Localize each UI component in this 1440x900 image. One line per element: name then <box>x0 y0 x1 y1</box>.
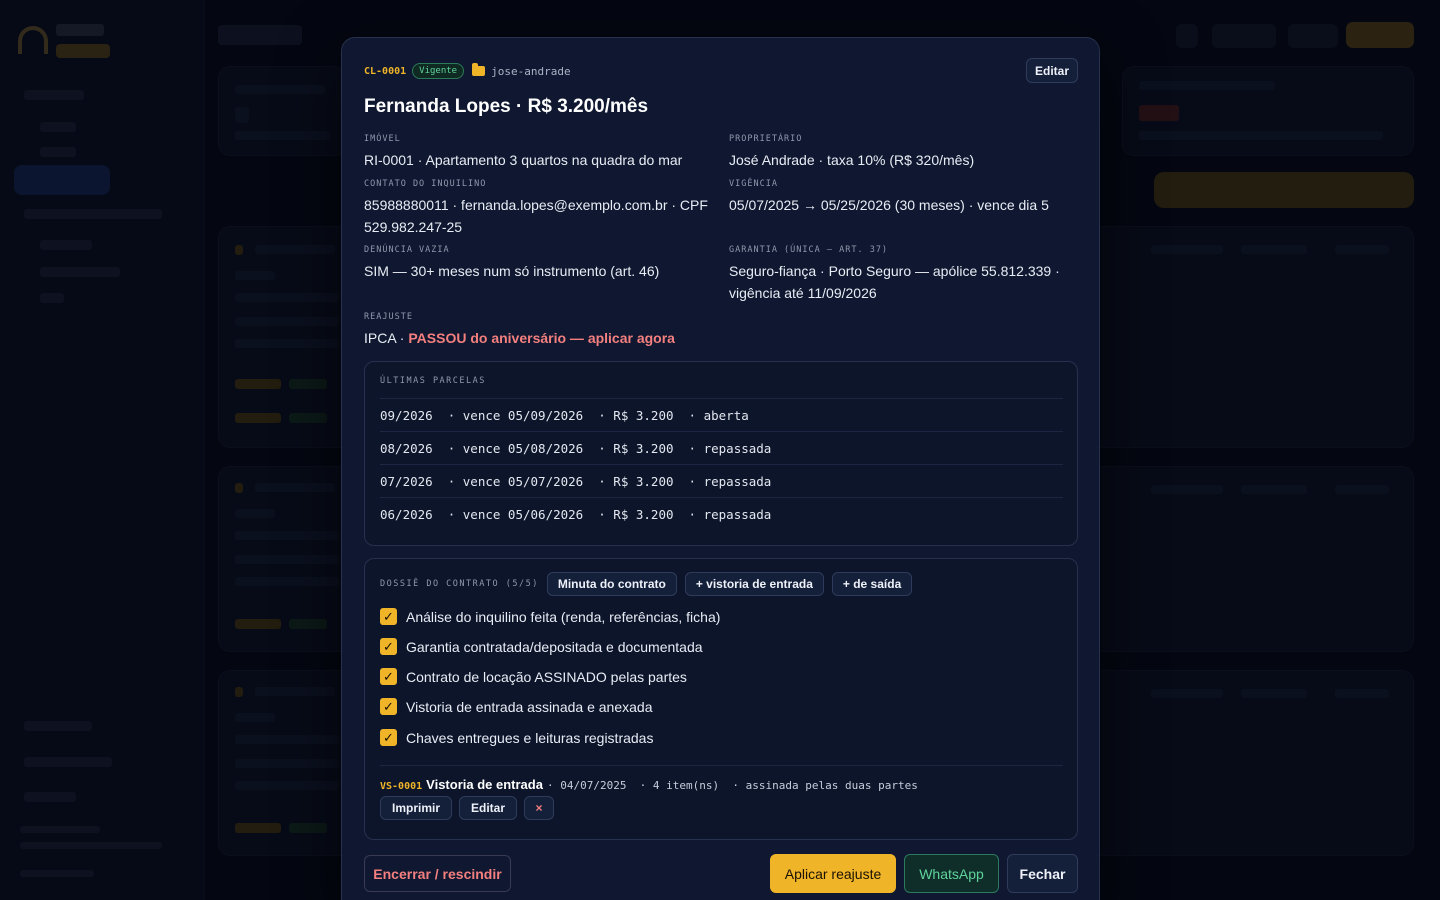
field-garantia: Garantia (única — art. 37) Seguro-fiança… <box>729 245 1074 304</box>
parcel-row: 08/2026 · vence 05/08/2026 · R$ 3.200 · … <box>380 431 1063 464</box>
terminate-contract-button[interactable]: Encerrar / rescindir <box>364 855 511 892</box>
checkbox-checked-icon[interactable]: ✓ <box>380 668 397 685</box>
remove-vistoria-button[interactable]: × <box>524 796 555 820</box>
field-label: Garantia (única — art. 37) <box>729 245 889 255</box>
field-value: José Andrade · taxa 10% (R$ 320/mês) <box>729 152 975 168</box>
field-imovel: Imóvel RI-0001 · Apartamento 3 quartos n… <box>364 134 709 171</box>
vistoria-title: Vistoria de entrada <box>426 777 543 792</box>
checkbox-checked-icon[interactable]: ✓ <box>380 729 397 746</box>
field-value: Seguro-fiança · Porto Seguro — apólice 5… <box>729 263 1060 301</box>
parcels-label: Últimas parcelas <box>380 376 486 386</box>
checklist-label: Garantia contratada/depositada e documen… <box>406 638 703 655</box>
edit-vistoria-button[interactable]: Editar <box>459 796 518 820</box>
apply-adjustment-button[interactable]: Aplicar reajuste <box>770 854 896 893</box>
reajuste-warning: PASSOU do aniversário — aplicar agora <box>408 330 675 346</box>
contract-code: CL-0001 <box>364 65 407 77</box>
field-label: Reajuste <box>364 312 413 322</box>
minuta-button[interactable]: Minuta do contrato <box>546 572 677 596</box>
field-label: Vigência <box>729 179 778 189</box>
checklist-label: Chaves entregues e leituras registradas <box>406 729 654 746</box>
folder-name: jose-andrade <box>491 64 571 78</box>
field-label: Imóvel <box>364 134 401 144</box>
field-contato: Contato do inquilino 85988880011 · ferna… <box>364 179 709 238</box>
parcel-row: 06/2026 · vence 05/06/2026 · R$ 3.200 · … <box>380 497 1063 530</box>
reajuste-index: IPCA · <box>364 330 409 346</box>
dossie-panel: Dossiê do contrato (5/5) Minuta do contr… <box>364 558 1078 840</box>
parcels-panel: Últimas parcelas 09/2026 · vence 05/09/2… <box>364 361 1078 546</box>
field-value: SIM — 30+ meses num só instrumento (art.… <box>364 263 660 279</box>
contract-modal: CL-0001 Vigente jose-andrade Editar Fern… <box>341 37 1100 900</box>
field-value: 85988880011 · fernanda.lopes@exemplo.com… <box>364 197 708 235</box>
checklist-item[interactable]: ✓ Chaves entregues e leituras registrada… <box>380 729 653 746</box>
field-reajuste: Reajuste IPCA · PASSOU do aniversário — … <box>364 312 964 349</box>
field-label: Denúncia vazia <box>364 245 450 255</box>
checklist-item[interactable]: ✓ Garantia contratada/depositada e docum… <box>380 638 703 655</box>
field-vigencia: Vigência 05/07/2025 → 05/25/2026 (30 mes… <box>729 179 1074 216</box>
checklist-label: Contrato de locação ASSINADO pelas parte… <box>406 668 687 685</box>
vistoria-summary: VS-0001 Vistoria de entrada · 04/07/2025… <box>380 765 1063 792</box>
close-modal-button[interactable]: Fechar <box>1007 854 1078 893</box>
field-label: Proprietário <box>729 134 803 144</box>
checklist-label: Análise do inquilino feita (renda, refer… <box>406 608 721 625</box>
whatsapp-button[interactable]: WhatsApp <box>904 854 999 893</box>
field-value: IPCA · PASSOU do aniversário — aplicar a… <box>364 327 964 349</box>
edit-contract-button[interactable]: Editar <box>1026 58 1078 83</box>
field-proprietario: Proprietário José Andrade · taxa 10% (R$… <box>729 134 1074 171</box>
add-vistoria-entrada-button[interactable]: + vistoria de entrada <box>684 572 824 596</box>
vistoria-actions: Imprimir Editar × <box>380 796 555 820</box>
checklist-label: Vistoria de entrada assinada e anexada <box>406 698 653 715</box>
parcel-row: 07/2026 · vence 05/07/2026 · R$ 3.200 · … <box>380 464 1063 497</box>
vistoria-meta: · 04/07/2025 · 4 item(ns) · assinada pel… <box>546 779 918 792</box>
folder-icon <box>472 63 486 76</box>
checklist-item[interactable]: ✓ Análise do inquilino feita (renda, ref… <box>380 608 720 625</box>
checkbox-checked-icon[interactable]: ✓ <box>380 608 397 625</box>
checkbox-checked-icon[interactable]: ✓ <box>380 638 397 655</box>
field-value: 05/07/2025 → 05/25/2026 (30 meses) · ven… <box>729 197 1049 213</box>
checkbox-checked-icon[interactable]: ✓ <box>380 698 397 715</box>
add-vistoria-saida-button[interactable]: + de saída <box>831 572 913 596</box>
parcel-row: 09/2026 · vence 05/09/2026 · R$ 3.200 · … <box>380 398 1063 431</box>
field-denuncia: Denúncia vazia SIM — 30+ meses num só in… <box>364 245 709 282</box>
status-badge: Vigente <box>412 63 465 79</box>
dossie-header: Dossiê do contrato (5/5) Minuta do contr… <box>380 572 913 596</box>
print-vistoria-button[interactable]: Imprimir <box>380 796 453 820</box>
checklist-item[interactable]: ✓ Contrato de locação ASSINADO pelas par… <box>380 668 687 685</box>
field-value: RI-0001 · Apartamento 3 quartos na quadr… <box>364 152 683 168</box>
contract-header: CL-0001 Vigente jose-andrade <box>364 62 571 80</box>
field-label: Contato do inquilino <box>364 179 487 189</box>
modal-title: Fernanda Lopes · R$ 3.200/mês <box>364 96 649 117</box>
dossie-label: Dossiê do contrato (5/5) <box>380 579 539 589</box>
vistoria-code: VS-0001 <box>380 781 423 792</box>
checklist-item[interactable]: ✓ Vistoria de entrada assinada e anexada <box>380 698 652 715</box>
